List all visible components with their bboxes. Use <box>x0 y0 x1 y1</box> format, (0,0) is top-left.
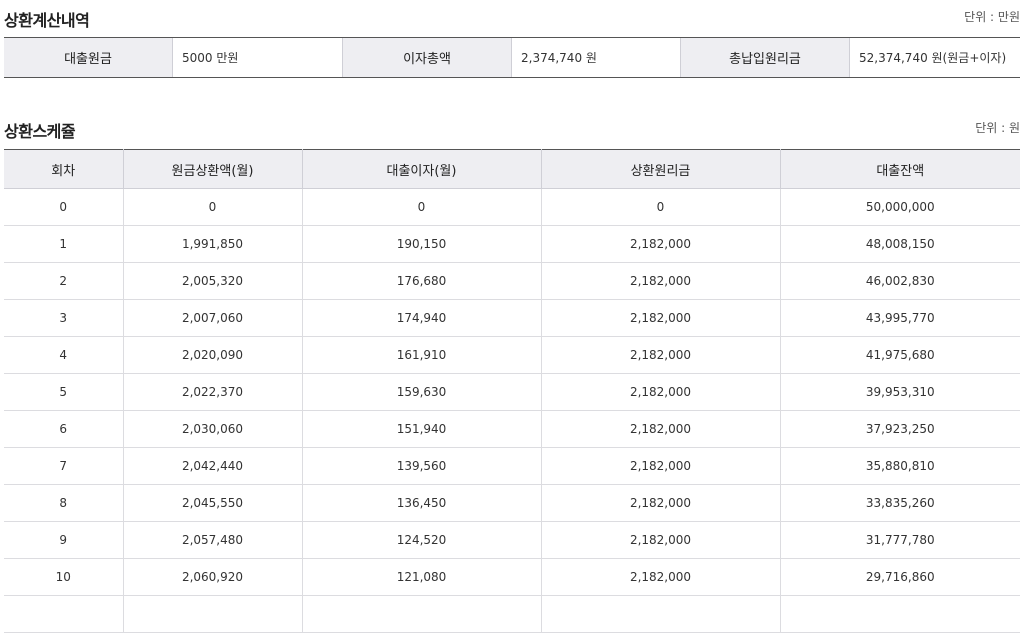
cell-principal-payment: 2,007,060 <box>123 299 303 337</box>
summary-label-interest: 이자총액 <box>343 38 512 77</box>
table-row: 6 2,030,060 151,940 2,182,000 37,923,250 <box>4 410 1020 448</box>
cell-round: 2 <box>4 262 124 300</box>
cell-interest: 124,520 <box>302 521 542 559</box>
cell-interest: 190,150 <box>302 225 542 263</box>
table-row: 7 2,042,440 139,560 2,182,000 35,880,810 <box>4 447 1020 485</box>
table-row: 9 2,057,480 124,520 2,182,000 31,777,780 <box>4 521 1020 559</box>
table-row: 10 2,060,920 121,080 2,182,000 29,716,860 <box>4 558 1020 596</box>
cell-interest: 139,560 <box>302 447 542 485</box>
table-row: 4 2,020,090 161,910 2,182,000 41,975,680 <box>4 336 1020 374</box>
cell-balance: 35,880,810 <box>780 447 1020 485</box>
cell-interest: 0 <box>302 188 542 226</box>
cell-round <box>4 595 124 633</box>
cell-installment: 2,182,000 <box>541 225 781 263</box>
summary-unit: 단위 : 만원 <box>964 10 1020 24</box>
cell-principal-payment: 1,991,850 <box>123 225 303 263</box>
cell-principal-payment <box>123 595 303 633</box>
schedule-title: 상환스케쥴 <box>4 122 76 141</box>
cell-interest <box>302 595 542 633</box>
cell-interest: 174,940 <box>302 299 542 337</box>
summary-label-principal: 대출원금 <box>4 38 173 77</box>
table-row: 1 1,991,850 190,150 2,182,000 48,008,150 <box>4 225 1020 263</box>
cell-balance: 41,975,680 <box>780 336 1020 374</box>
summary-table: 대출원금 5000 만원 이자총액 2,374,740 원 총납입원리금 52,… <box>4 37 1020 78</box>
cell-installment: 2,182,000 <box>541 521 781 559</box>
summary-value-principal: 5000 만원 <box>173 38 343 77</box>
summary-label-total: 총납입원리금 <box>681 38 850 77</box>
schedule-unit: 단위 : 원 <box>975 121 1020 135</box>
summary-value-total: 52,374,740 원(원금+이자) <box>859 51 1007 65</box>
cell-principal-payment: 2,020,090 <box>123 336 303 374</box>
cell-interest: 136,450 <box>302 484 542 522</box>
table-row: 2 2,005,320 176,680 2,182,000 46,002,830 <box>4 262 1020 300</box>
schedule-header-row: 회차 원금상환액(월) 대출이자(월) 상환원리금 대출잔액 <box>4 149 1020 189</box>
cell-round: 0 <box>4 188 124 226</box>
table-row: 5 2,022,370 159,630 2,182,000 39,953,310 <box>4 373 1020 411</box>
cell-installment <box>541 595 781 633</box>
header-round: 회차 <box>4 149 124 189</box>
cell-balance: 37,923,250 <box>780 410 1020 448</box>
cell-installment: 2,182,000 <box>541 410 781 448</box>
cell-balance <box>780 595 1020 633</box>
cell-balance: 29,716,860 <box>780 558 1020 596</box>
cell-interest: 121,080 <box>302 558 542 596</box>
cell-balance: 43,995,770 <box>780 299 1020 337</box>
cell-balance: 33,835,260 <box>780 484 1020 522</box>
cell-principal-payment: 2,060,920 <box>123 558 303 596</box>
cell-round: 4 <box>4 336 124 374</box>
cell-round: 7 <box>4 447 124 485</box>
header-installment: 상환원리금 <box>541 149 781 189</box>
cell-balance: 31,777,780 <box>780 521 1020 559</box>
cell-round: 10 <box>4 558 124 596</box>
cell-installment: 2,182,000 <box>541 373 781 411</box>
cell-interest: 159,630 <box>302 373 542 411</box>
table-row: 8 2,045,550 136,450 2,182,000 33,835,260 <box>4 484 1020 522</box>
header-interest: 대출이자(월) <box>302 149 542 189</box>
cell-interest: 176,680 <box>302 262 542 300</box>
cell-principal-payment: 2,045,550 <box>123 484 303 522</box>
cell-round: 9 <box>4 521 124 559</box>
cell-principal-payment: 2,022,370 <box>123 373 303 411</box>
cell-installment: 2,182,000 <box>541 447 781 485</box>
cell-balance: 50,000,000 <box>780 188 1020 226</box>
cell-round: 3 <box>4 299 124 337</box>
schedule-table: 회차 원금상환액(월) 대출이자(월) 상환원리금 대출잔액 0 0 0 0 50,00… <box>4 149 1020 633</box>
table-row: 0 0 0 0 50,000,000 <box>4 188 1020 226</box>
header-principal-payment: 원금상환액(월) <box>123 149 303 189</box>
cell-interest: 161,910 <box>302 336 542 374</box>
cell-installment: 2,182,000 <box>541 336 781 374</box>
cell-round: 5 <box>4 373 124 411</box>
cell-installment: 2,182,000 <box>541 299 781 337</box>
summary-value-interest: 2,374,740 원 <box>512 38 681 77</box>
table-row: 3 2,007,060 174,940 2,182,000 43,995,770 <box>4 299 1020 337</box>
cell-principal-payment: 2,042,440 <box>123 447 303 485</box>
cell-balance: 46,002,830 <box>780 262 1020 300</box>
cell-round: 8 <box>4 484 124 522</box>
cell-round: 1 <box>4 225 124 263</box>
cell-principal-payment: 2,005,320 <box>123 262 303 300</box>
cell-principal-payment: 2,030,060 <box>123 410 303 448</box>
cell-installment: 2,182,000 <box>541 558 781 596</box>
cell-balance: 48,008,150 <box>780 225 1020 263</box>
cell-installment: 0 <box>541 188 781 226</box>
cell-round: 6 <box>4 410 124 448</box>
cell-installment: 2,182,000 <box>541 262 781 300</box>
summary-title: 상환계산내역 <box>4 11 90 30</box>
header-balance: 대출잔액 <box>780 149 1020 189</box>
cell-balance: 39,953,310 <box>780 373 1020 411</box>
cell-principal-payment: 2,057,480 <box>123 521 303 559</box>
cell-interest: 151,940 <box>302 410 542 448</box>
table-row <box>4 595 1020 633</box>
cell-installment: 2,182,000 <box>541 484 781 522</box>
schedule-body: 0 0 0 0 50,000,000 1 1,991,850 190,150 2,182,000… <box>4 188 1020 633</box>
cell-principal-payment: 0 <box>123 188 303 226</box>
